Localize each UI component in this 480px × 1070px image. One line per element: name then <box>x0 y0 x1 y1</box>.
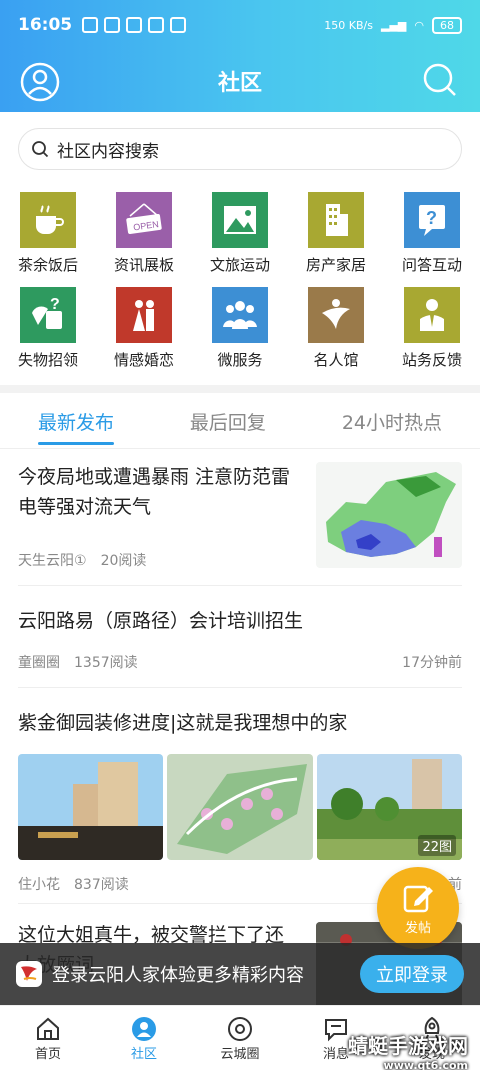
group-icon <box>212 287 268 343</box>
tea-cup-icon <box>20 192 76 248</box>
nav-home[interactable]: 首页 <box>0 1006 96 1070</box>
staff-icon <box>404 287 460 343</box>
category-grid: 茶余饭后 OPEN 资讯展板 文旅运动 房产家居 ? 问答互动 ? 失物招领 情… <box>0 192 480 370</box>
network-speed: 150 KB/s <box>324 18 373 32</box>
new-post-label: 发帖 <box>404 920 431 936</box>
tab-last-reply[interactable]: 最后回复 <box>190 408 266 445</box>
svg-text:?: ? <box>50 296 60 313</box>
post-item[interactable]: 今夜局地或遭遇暴雨 注意防范雷电等强对流天气 天生云阳① 20阅读 <box>18 462 462 586</box>
celebrity-icon <box>308 287 364 343</box>
login-prompt-text: 登录云阳人家体验更多精彩内容 <box>52 965 304 986</box>
post-image: 22图 <box>317 754 462 860</box>
community-icon <box>132 1016 156 1041</box>
category-item[interactable]: 站务反馈 <box>384 287 480 370</box>
search-icon <box>32 141 49 158</box>
category-label: 情感婚恋 <box>113 351 174 369</box>
section-divider <box>0 385 480 393</box>
post-author: 童圈圈 <box>18 655 60 671</box>
image-count-badge: 22图 <box>418 835 456 856</box>
svg-text:?: ? <box>426 208 437 228</box>
page-title: 社区 <box>217 71 262 96</box>
category-item[interactable]: ? 失物招领 <box>0 287 96 370</box>
notification-icon <box>104 17 121 33</box>
post-image <box>167 754 313 860</box>
post-meta: 天生云阳① 20阅读 <box>18 550 146 570</box>
notification-icon <box>82 17 99 33</box>
couple-icon <box>116 287 172 343</box>
post-title: 紫金御园装修进度|这就是我理想中的家 <box>18 712 348 734</box>
umbrella-question-icon: ? <box>20 287 76 343</box>
category-item[interactable]: 房产家居 <box>288 192 384 275</box>
notification-icon <box>126 17 143 33</box>
status-time: 16:05 <box>18 15 73 35</box>
post-thumbnail <box>316 462 462 568</box>
category-item[interactable]: 名人馆 <box>288 287 384 370</box>
circle-icon <box>228 1016 252 1041</box>
nav-label: 社区 <box>130 1046 157 1062</box>
post-reads: 1357阅读 <box>74 655 138 671</box>
new-post-button[interactable]: 发帖 <box>377 867 459 949</box>
watermark-text: 蜻蜓手游戏网 <box>348 1034 468 1058</box>
login-banner: 登录云阳人家体验更多精彩内容 立即登录 <box>0 943 480 1005</box>
message-icon <box>325 1018 347 1041</box>
signal-icon: ▂▄▆ <box>381 18 407 32</box>
app-logo-icon <box>16 961 42 987</box>
home-icon <box>37 1017 59 1040</box>
building-icon <box>308 192 364 248</box>
category-item[interactable]: 情感婚恋 <box>96 287 192 370</box>
nav-label: 消息 <box>322 1046 349 1062</box>
login-button[interactable]: 立即登录 <box>360 955 464 993</box>
tab-latest[interactable]: 最新发布 <box>37 408 114 445</box>
post-reads: 837阅读 <box>74 877 129 893</box>
post-author: 天生云阳① <box>18 553 87 569</box>
nav-cloud-circle[interactable]: 云城圈 <box>192 1006 288 1070</box>
search-input[interactable]: 社区内容搜索 <box>18 128 462 170</box>
post-author: 住小花 <box>18 877 60 893</box>
category-label: 站务反馈 <box>401 351 462 369</box>
app-header: 16:05 150 KB/s ▂▄▆ ◠ 68 社区 <box>0 0 480 112</box>
edit-icon <box>403 885 433 912</box>
category-item[interactable]: 文旅运动 <box>192 192 288 275</box>
post-item[interactable]: 云阳路易（原路径）会计培训招生 童圈圈 1357阅读 17分钟前 <box>18 606 462 688</box>
watermark-url: www.qt6.com <box>383 1059 468 1070</box>
feed-tabs: 最新发布 最后回复 24小时热点 <box>0 408 480 445</box>
nav-label: 云城圈 <box>220 1046 260 1062</box>
search-placeholder: 社区内容搜索 <box>57 141 159 162</box>
category-label: 文旅运动 <box>209 256 270 274</box>
post-title: 云阳路易（原路径）会计培训招生 <box>18 610 304 632</box>
category-label: 资讯展板 <box>113 256 174 274</box>
post-image <box>18 754 163 860</box>
status-bar: 16:05 150 KB/s ▂▄▆ ◠ 68 <box>0 0 480 50</box>
category-label: 微服务 <box>217 351 263 369</box>
category-label: 失物招领 <box>17 351 78 369</box>
category-label: 房产家居 <box>305 256 366 274</box>
category-item[interactable]: ? 问答互动 <box>384 192 480 275</box>
question-icon: ? <box>404 192 460 248</box>
notification-icon <box>170 17 187 33</box>
tab-24h-hot[interactable]: 24小时热点 <box>342 408 442 445</box>
wifi-icon: ◠ <box>414 18 424 32</box>
battery-indicator: 68 <box>432 16 462 34</box>
landscape-icon <box>212 192 268 248</box>
search-icon[interactable] <box>422 62 458 98</box>
notification-icon <box>148 17 165 33</box>
post-meta: 童圈圈 1357阅读 17分钟前 <box>18 652 462 672</box>
post-reads: 20阅读 <box>100 553 147 569</box>
category-item[interactable]: 茶余饭后 <box>0 192 96 275</box>
weather-map-image <box>326 472 456 557</box>
tab-divider <box>0 448 480 449</box>
category-label: 问答互动 <box>401 256 462 274</box>
category-label: 茶余饭后 <box>17 256 78 274</box>
nav-label: 首页 <box>34 1046 61 1062</box>
open-sign-icon: OPEN <box>116 192 172 248</box>
category-item[interactable]: 微服务 <box>192 287 288 370</box>
watermark: 蜻蜓手游戏网 www.qt6.com <box>348 1030 468 1070</box>
category-label: 名人馆 <box>313 351 359 369</box>
category-item[interactable]: OPEN 资讯展板 <box>96 192 192 275</box>
post-time: 17分钟前 <box>402 655 462 671</box>
nav-community[interactable]: 社区 <box>96 1006 192 1070</box>
post-title: 今夜局地或遭遇暴雨 注意防范雷电等强对流天气 <box>18 466 291 518</box>
